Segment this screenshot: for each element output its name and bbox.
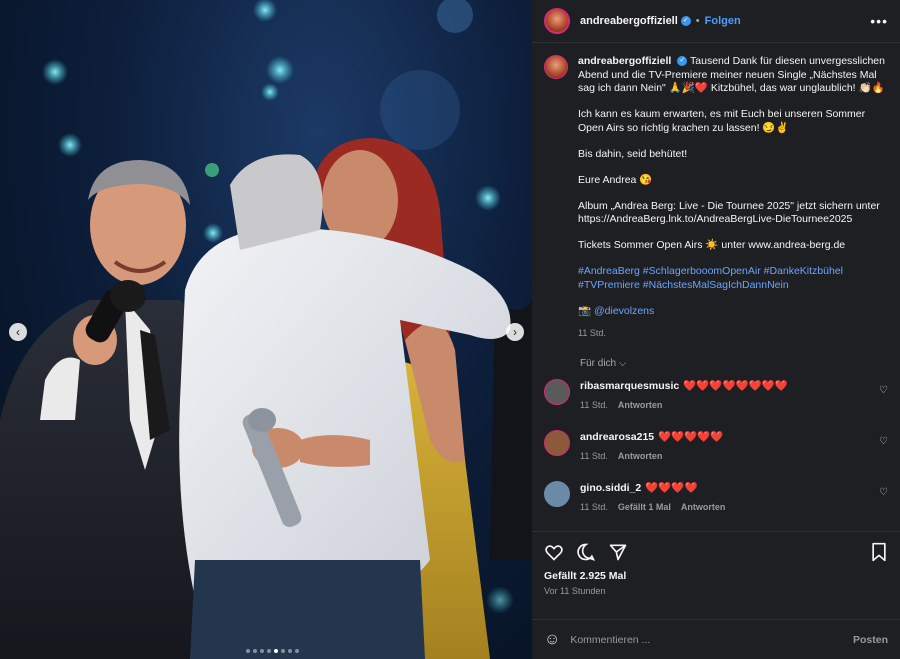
caption-text-4: Eure Andrea 😘 [578,173,653,186]
like-comment-heart-icon[interactable]: ♡ [879,487,888,498]
avatar[interactable] [544,379,570,405]
caption-text-2: Ich kann es kaum erwarten, es mit Euch b… [578,108,869,134]
comment-item: gino.siddi_2 ❤️❤️❤️❤️ 11 Std. Gefällt 1 Ma… [544,481,888,512]
emoji-picker-icon[interactable]: ☺ [544,631,560,649]
like-count[interactable]: Gefällt 2.925 Mal [544,570,888,582]
share-icon[interactable] [608,542,628,562]
carousel-dot-active [274,649,278,653]
comment-username[interactable]: gino.siddi_2 [580,482,641,494]
comment-like-count[interactable]: Gefällt 1 Mal [618,502,671,512]
comments-scroll-area[interactable]: andreabergoffiziell ✓ Tausend Dank für d… [532,43,900,531]
reply-button[interactable]: Antworten [618,451,663,461]
comment-composer: ☺ Posten [532,619,900,659]
carousel-dot [288,649,292,653]
post-actions: Gefällt 2.925 Mal Vor 11 Stunden [532,531,900,619]
photo-credit-mention[interactable]: @dievolzens [594,305,654,317]
carousel-indicator [246,649,299,653]
carousel-dot [246,649,250,653]
comment-time: 11 Std. [580,451,608,461]
verified-badge-icon: ✓ [680,16,691,26]
caption-text-6: Tickets Sommer Open Airs ☀️ unter www.an… [578,239,846,251]
verified-badge-icon: ✓ [677,56,688,67]
separator-dot: • [695,15,700,27]
carousel-dot [281,649,285,653]
like-comment-heart-icon[interactable]: ♡ [879,436,888,447]
comment-username[interactable]: ribasmarquesmusic [580,380,679,392]
caption-text-5: Album „Andrea Berg: Live - Die Tournee 2… [578,199,883,226]
comment-text: ❤️❤️❤️❤️❤️❤️❤️❤️ [683,380,788,392]
follow-button[interactable]: Folgen [705,15,741,27]
caption-username[interactable]: andreabergoffiziell [578,55,671,67]
bookmark-icon[interactable] [870,542,888,562]
author-username[interactable]: andreabergoffiziell [580,15,678,27]
comment-text: ❤️❤️❤️❤️ [645,482,698,494]
avatar[interactable] [544,430,570,456]
comment-input[interactable] [570,633,853,646]
caption: andreabergoffiziell ✓ Tausend Dank für d… [544,55,888,340]
caption-text-3: Bis dahin, seid behütet! [578,147,688,160]
comment-username[interactable]: andrearosa215 [580,431,654,443]
post-age: Vor 11 Stunden [544,586,606,596]
comment-text: ❤️❤️❤️❤️❤️ [658,431,724,443]
like-comment-heart-icon[interactable]: ♡ [879,385,888,396]
caption-body: andreabergoffiziell ✓ Tausend Dank für d… [578,55,888,340]
reply-button[interactable]: Antworten [618,400,663,410]
camera-icon: 📸 [578,304,592,317]
concert-photo [0,0,532,659]
avatar[interactable] [544,55,568,79]
post-comment-button[interactable]: Posten [853,634,888,646]
carousel-dot [267,649,271,653]
caption-time: 11 Std. [578,327,606,338]
prev-photo-button[interactable]: ‹ [9,323,27,341]
avatar[interactable] [544,481,570,507]
heart-icon[interactable] [544,542,564,562]
comment-item: ribasmarquesmusic ❤️❤️❤️❤️❤️❤️❤️❤️ 11 Std… [544,379,888,410]
carousel-dot [253,649,257,653]
comment-sort-dropdown[interactable]: Für dich ⌵ [580,358,888,369]
caption-hashtags[interactable]: #AndreaBerg #SchlagerbooomOpenAir #Danke… [578,265,888,292]
comment-icon[interactable] [576,542,596,562]
post-photo[interactable]: ‹ › [0,0,532,659]
reply-button[interactable]: Antworten [681,502,726,512]
instagram-post-modal: ‹ › andreabergoffiziell ✓ • Folgen ••• a… [0,0,900,659]
more-options-icon[interactable]: ••• [870,13,888,29]
post-header: andreabergoffiziell ✓ • Folgen ••• [532,0,900,43]
post-side-panel: andreabergoffiziell ✓ • Folgen ••• andre… [532,0,900,659]
next-photo-button[interactable]: › [506,323,524,341]
comment-time: 11 Std. [580,502,608,512]
carousel-dot [295,649,299,653]
comment-item: andrearosa215 ❤️❤️❤️❤️❤️ 11 Std. Antworten… [544,430,888,461]
avatar[interactable] [544,8,570,34]
comment-time: 11 Std. [580,400,608,410]
carousel-dot [260,649,264,653]
